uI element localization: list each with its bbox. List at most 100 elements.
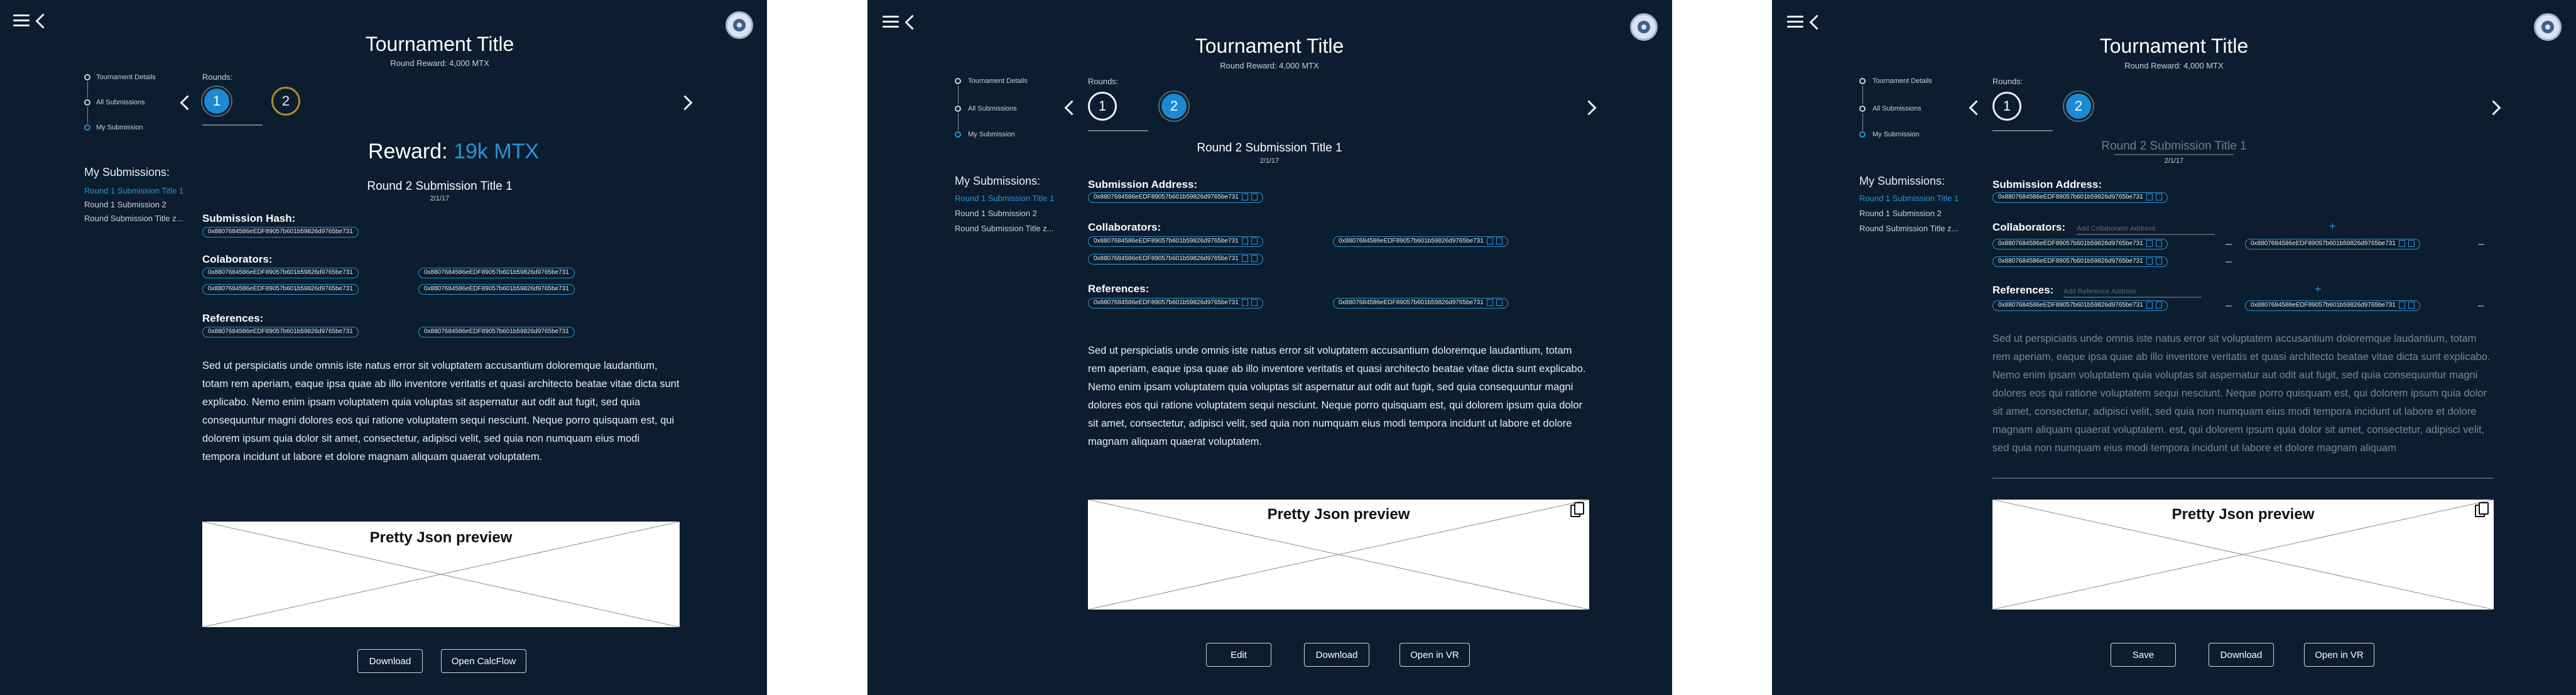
my-submission-item[interactable]: Round 1 Submission Title 1 <box>1859 194 1959 203</box>
menu-icon[interactable] <box>1787 16 1803 28</box>
chevron-left-icon[interactable] <box>1064 100 1080 116</box>
external-link-icon[interactable] <box>1251 298 1258 306</box>
reference-pill[interactable]: 0x8807684586eEDF89057b601b59826d9765be73… <box>1333 298 1508 309</box>
menu-icon[interactable] <box>13 14 30 27</box>
my-submission-item[interactable]: Round 1 Submission Title 1 <box>84 186 183 195</box>
my-submission-item[interactable]: Round 1 Submission 2 <box>84 200 166 209</box>
address-pill[interactable]: 0x8807684586eEDF89057b601b59826d9765be73… <box>1992 192 2168 203</box>
menu-icon[interactable] <box>883 16 899 28</box>
back-arrow-icon[interactable] <box>1809 14 1825 30</box>
chevron-left-icon[interactable] <box>1969 100 1984 116</box>
nav-tournament-details[interactable]: Tournament Details <box>96 74 156 81</box>
copy-icon[interactable] <box>2146 193 2153 200</box>
round-2-button[interactable]: 2 <box>2064 92 2093 121</box>
avatar-icon[interactable] <box>2534 13 2562 41</box>
download-button[interactable]: Download <box>357 649 423 673</box>
external-link-icon[interactable] <box>2155 301 2162 309</box>
copy-icon[interactable] <box>1241 298 1248 306</box>
round-1-button[interactable]: 1 <box>1088 92 1117 121</box>
external-link-icon[interactable] <box>2408 301 2415 309</box>
reference-pill[interactable]: 0x8807684586eEDF89057b601b59826d9765be73… <box>2245 300 2420 311</box>
submission-title-input[interactable]: Round 2 Submission Title 1 <box>2042 140 2306 153</box>
plus-icon[interactable]: + <box>2329 220 2336 233</box>
external-link-icon[interactable] <box>1251 193 1258 200</box>
copy-icon[interactable] <box>1486 298 1493 306</box>
add-reference-input[interactable]: Add Reference Address <box>2063 288 2136 295</box>
my-submission-item[interactable]: Round Submission Title z... <box>1859 224 1959 233</box>
minus-icon[interactable] <box>2225 261 2232 263</box>
collaborator-pill[interactable]: 0x8807684586eEDF89057b601b59826d9765be73… <box>1088 236 1263 247</box>
add-collaborator-input[interactable]: Add Collaborator Address <box>2077 225 2155 233</box>
copy-icon[interactable] <box>2398 301 2405 309</box>
description-textarea[interactable]: Sed ut perspiciatis unde omnis iste natu… <box>1992 330 2495 476</box>
save-button[interactable]: Save <box>2111 643 2176 667</box>
my-submission-item[interactable]: Round 1 Submission Title 1 <box>955 194 1054 203</box>
external-link-icon[interactable] <box>2408 239 2415 247</box>
nav-tournament-details[interactable]: Tournament Details <box>968 77 1028 85</box>
minus-icon[interactable] <box>2478 244 2484 245</box>
collaborator-pill[interactable]: 0x8807684586eEDF89057b601b59826d9765be73… <box>1333 236 1508 247</box>
open-in-vr-button[interactable]: Open in VR <box>2304 643 2374 667</box>
copy-icon[interactable] <box>2146 257 2153 265</box>
collaborator-pill[interactable]: 0x8807684586eEDF89057b601b59826d9765be73… <box>418 268 575 278</box>
my-submission-item[interactable]: Round 1 Submission 2 <box>955 209 1037 218</box>
copy-icon[interactable] <box>1574 502 1584 515</box>
round-2-button[interactable]: 2 <box>1160 92 1188 121</box>
nav-tournament-details[interactable]: Tournament Details <box>1872 77 1932 85</box>
external-link-icon[interactable] <box>1251 237 1258 244</box>
external-link-icon[interactable] <box>1251 254 1258 262</box>
reference-pill[interactable]: 0x8807684586eEDF89057b601b59826d9765be73… <box>1992 300 2168 311</box>
back-arrow-icon[interactable] <box>35 13 51 29</box>
reference-pill[interactable]: 0x8807684586eEDF89057b601b59826d9765be73… <box>418 327 575 337</box>
external-link-icon[interactable] <box>2155 239 2162 247</box>
download-button[interactable]: Download <box>2209 643 2274 667</box>
reference-pill[interactable]: 0x8807684586eEDF89057b601b59826d9765be73… <box>202 327 359 337</box>
external-link-icon[interactable] <box>2155 193 2162 200</box>
chevron-right-icon[interactable] <box>677 95 693 111</box>
address-pill[interactable]: 0x8807684586eEDF89057b601b59826d9765be73… <box>1088 192 1263 203</box>
minus-icon[interactable] <box>2225 305 2232 307</box>
nav-all-submissions[interactable]: All Submissions <box>96 99 145 106</box>
avatar-icon[interactable] <box>726 11 753 39</box>
collaborator-pill[interactable]: 0x8807684586eEDF89057b601b59826d9765be73… <box>1992 239 2168 249</box>
minus-icon[interactable] <box>2225 244 2232 245</box>
copy-icon[interactable] <box>2479 502 2489 515</box>
collaborator-pill[interactable]: 0x8807684586eEDF89057b601b59826d9765be73… <box>1992 256 2168 267</box>
hash-pill[interactable]: 0x8807684586eEDF89057b601b59826d9765be73… <box>202 227 359 238</box>
avatar-icon[interactable] <box>1630 13 1658 41</box>
plus-icon[interactable]: + <box>2315 283 2322 296</box>
minus-icon[interactable] <box>2478 305 2484 307</box>
back-arrow-icon[interactable] <box>905 14 920 30</box>
chevron-right-icon[interactable] <box>2486 100 2501 116</box>
collaborator-pill[interactable]: 0x8807684586eEDF89057b601b59826d9765be73… <box>2245 239 2420 249</box>
open-calcflow-button[interactable]: Open CalcFlow <box>441 649 526 673</box>
chevron-left-icon[interactable] <box>180 95 195 111</box>
copy-icon[interactable] <box>1241 254 1248 262</box>
round-1-button[interactable]: 1 <box>1992 92 2021 121</box>
my-submission-item[interactable]: Round Submission Title z... <box>955 224 1054 233</box>
collaborator-pill[interactable]: 0x8807684586eEDF89057b601b59826d9765be73… <box>202 268 359 278</box>
external-link-icon[interactable] <box>2155 257 2162 265</box>
copy-icon[interactable] <box>2146 239 2153 247</box>
copy-icon[interactable] <box>1486 237 1493 244</box>
collaborator-pill[interactable]: 0x8807684586eEDF89057b601b59826d9765be73… <box>1088 254 1263 265</box>
chevron-right-icon[interactable] <box>1581 100 1597 116</box>
round-1-button[interactable]: 1 <box>202 87 231 116</box>
my-submission-item[interactable]: Round Submission Title z... <box>84 214 183 223</box>
external-link-icon[interactable] <box>1496 298 1503 306</box>
copy-icon[interactable] <box>1241 193 1248 200</box>
download-button[interactable]: Download <box>1304 643 1369 667</box>
collaborator-pill[interactable]: 0x8807684586eEDF89057b601b59826d9765be73… <box>418 284 575 295</box>
nav-all-submissions[interactable]: All Submissions <box>968 105 1017 112</box>
copy-icon[interactable] <box>2398 239 2405 247</box>
collaborator-pill[interactable]: 0x8807684586eEDF89057b601b59826d9765be73… <box>202 284 359 295</box>
nav-my-submission[interactable]: My Submission <box>1872 131 1920 138</box>
round-2-button[interactable]: 2 <box>271 87 300 116</box>
my-submission-item[interactable]: Round 1 Submission 2 <box>1859 209 1942 218</box>
external-link-icon[interactable] <box>1496 237 1503 244</box>
nav-my-submission[interactable]: My Submission <box>968 131 1015 138</box>
nav-my-submission[interactable]: My Submission <box>96 124 143 131</box>
copy-icon[interactable] <box>1241 237 1248 244</box>
edit-button[interactable]: Edit <box>1206 643 1271 667</box>
copy-icon[interactable] <box>2146 301 2153 309</box>
